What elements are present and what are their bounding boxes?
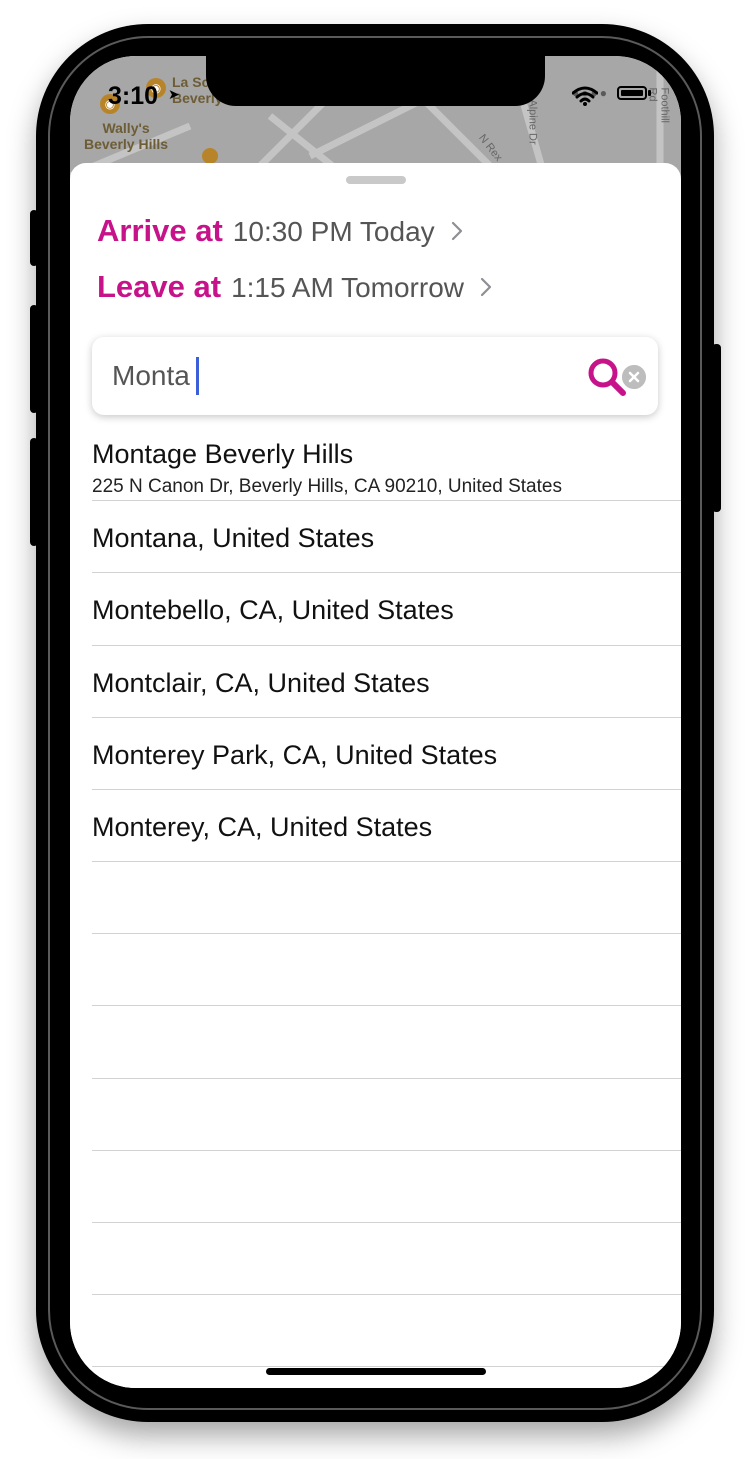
arrive-at-label: Arrive at bbox=[97, 213, 223, 248]
leave-at-row[interactable]: Leave at 1:15 AM Tomorrow bbox=[97, 269, 492, 305]
empty-row bbox=[92, 1223, 681, 1295]
chevron-right-icon bbox=[480, 277, 492, 297]
search-input[interactable] bbox=[112, 355, 572, 397]
empty-row bbox=[92, 934, 681, 1006]
battery-tip bbox=[648, 90, 651, 96]
text-cursor bbox=[196, 357, 199, 395]
arrive-at-value: 10:30 PM Today bbox=[232, 216, 435, 247]
map-label-line-2: Beverly Hills bbox=[84, 136, 169, 152]
result-item[interactable]: Monterey Park, CA, United States bbox=[92, 718, 681, 790]
phone-screen: ◉ Wally's Beverly Hills ◉ La Sc Beverly … bbox=[70, 56, 681, 1388]
map-label-wallys: Wally's Beverly Hills bbox=[84, 120, 168, 152]
result-item[interactable]: Montage Beverly Hills 225 N Canon Dr, Be… bbox=[92, 431, 681, 501]
street-label-alpine: Alpine Dr bbox=[526, 99, 539, 145]
result-title: Montana, United States bbox=[92, 523, 375, 553]
result-title: Montclair, CA, United States bbox=[92, 668, 430, 698]
device-mockup: ◉ Wally's Beverly Hills ◉ La Sc Beverly … bbox=[0, 0, 751, 1459]
notch bbox=[206, 56, 545, 106]
status-time: 3:10 bbox=[108, 82, 159, 110]
leave-at-value: 1:15 AM Tomorrow bbox=[231, 272, 464, 303]
result-title: Montebello, CA, United States bbox=[92, 595, 454, 625]
clear-x-icon[interactable] bbox=[622, 365, 646, 389]
result-title: Monterey, CA, United States bbox=[92, 812, 433, 842]
status-indicators: ●●●● bbox=[572, 86, 651, 106]
search-bar[interactable] bbox=[92, 337, 658, 415]
result-title: Montage Beverly Hills bbox=[92, 439, 354, 469]
leave-at-label: Leave at bbox=[97, 269, 222, 304]
battery-icon bbox=[617, 86, 647, 100]
search-sheet: Arrive at 10:30 PM Today Leave at 1:15 A… bbox=[70, 163, 681, 1388]
home-indicator[interactable] bbox=[266, 1368, 486, 1375]
result-subtitle: 225 N Canon Dr, Beverly Hills, CA 90210,… bbox=[92, 476, 562, 497]
empty-row bbox=[92, 1079, 681, 1151]
poi-marker-icon[interactable] bbox=[202, 148, 218, 164]
result-item[interactable]: Montebello, CA, United States bbox=[92, 573, 681, 646]
search-results-list: Montage Beverly Hills 225 N Canon Dr, Be… bbox=[92, 431, 681, 1367]
sheet-grabber-handle[interactable] bbox=[346, 176, 406, 184]
map-label-line-1: Wally's bbox=[102, 120, 150, 136]
empty-row bbox=[92, 1295, 681, 1367]
arrive-at-row[interactable]: Arrive at 10:30 PM Today bbox=[97, 213, 463, 249]
empty-row bbox=[92, 1151, 681, 1223]
chevron-right-icon bbox=[451, 221, 462, 241]
result-title: Monterey Park, CA, United States bbox=[92, 740, 498, 770]
empty-row bbox=[92, 862, 681, 934]
wifi-icon bbox=[572, 86, 598, 106]
empty-row bbox=[92, 1006, 681, 1079]
result-item[interactable]: Montclair, CA, United States bbox=[92, 646, 681, 718]
result-item[interactable]: Montana, United States bbox=[92, 501, 681, 573]
location-arrow-icon: ➤ bbox=[168, 86, 180, 102]
result-item[interactable]: Monterey, CA, United States bbox=[92, 790, 681, 862]
